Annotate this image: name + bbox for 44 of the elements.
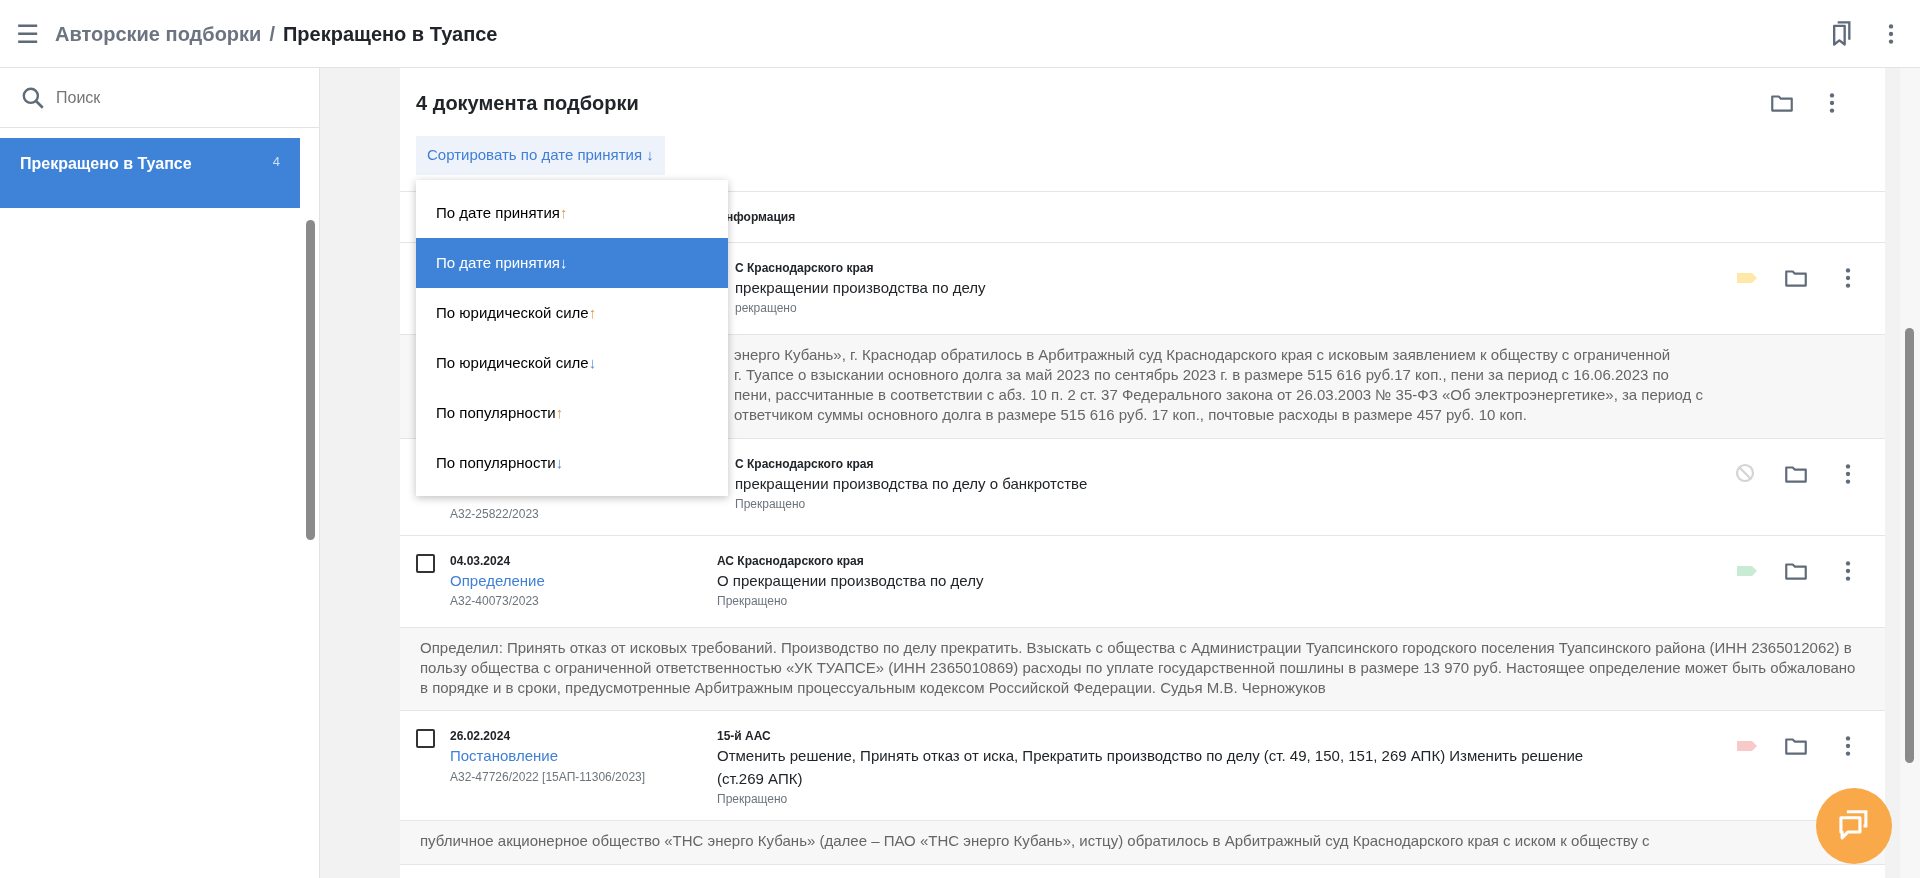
breadcrumb-link[interactable]: Авторские подборки (55, 18, 262, 49)
summary-line: пени, рассчитанные в соответствии с абз. 10 п. 2 ст. 37 Федерального закона от 26.03.2003 № 35-ФЗ «Об электроэнергетике», за период с (734, 385, 1703, 405)
summary-line: энерго Кубань», г. Краснодар обратилось в Арбитражный суд Краснодарского края с исковым заявлением к обществу с ограниченной (734, 344, 1671, 365)
document-status: Прекращено (717, 593, 789, 610)
item-count: 4 (272, 153, 280, 171)
page-title: Прекращено в Туапсе (282, 21, 498, 47)
document-title: Отменить решение, Принять отказ от иска, Прекратить производство по делу (ст. 49, 150, 151, 269 АПК) Изменить решение (ст.269 АПК) (717, 746, 1585, 789)
document-status: Прекращено (735, 496, 807, 513)
sort-button[interactable]: Сортировать по дате принятия ↓ (416, 136, 665, 175)
document-title: О прекращении производства по делу (717, 570, 985, 591)
menu-item[interactable]: По юридической силе↓ (416, 338, 728, 388)
document-title: прекращении производства по делу (735, 277, 987, 298)
summary-line: ответчиком суммы основного долга в размере 515 616 руб. 17 коп., почтовые расходы в размере 457 руб. 10 коп. (734, 405, 1527, 426)
document-title: прекращении производства по делу о банкротстве (735, 473, 1089, 494)
menu-item[interactable]: По дате принятия↑ (416, 188, 728, 238)
menu-item[interactable]: По популярности↓ (416, 438, 728, 488)
document-status: рекращено (735, 300, 798, 317)
checkbox[interactable] (416, 729, 435, 749)
court-name: 15-й ААС (717, 728, 772, 746)
document-date: 04.03.2024 (450, 552, 512, 570)
court-name: С Краснодарского края (735, 259, 875, 277)
scrollbar[interactable] (1900, 68, 1920, 878)
panel-title: 4 документа подборки (416, 91, 639, 116)
case-number: А32-40073/2023 (450, 593, 540, 610)
court-name: АС Краснодарского края (717, 552, 865, 570)
menu-item[interactable]: По популярности↑ (416, 388, 728, 438)
case-number: А32-47726/2022 [15АП-11306/2023] (450, 768, 647, 786)
menu-item[interactable]: По юридической силе↑ (416, 288, 728, 338)
document-type-link[interactable]: Определение (450, 569, 717, 592)
summary-line: г. Туапсе о взыскании основного долга за май 2023 по сентябрь 2023 г. в размере 515 616 руб.17 коп., пени за период с 16.06.2023 по (734, 364, 1669, 385)
sidebar-item[interactable]: Прекращено в Туапсе 4 (0, 138, 300, 208)
court-name: С Краснодарского края (735, 455, 875, 473)
document-status: Прекращено (717, 791, 789, 809)
document-type-link[interactable]: Постановление (450, 745, 717, 768)
breadcrumb-separator: / (269, 21, 275, 47)
document-summary: публичное акционерное общество «ТНС энерго Кубань» (далее – ПАО «ТНС энерго Кубань», истцу) обратилось в Арбитражный суд Краснодарского края с иском к обществу с (420, 831, 1651, 852)
collection-name: Прекращено в Туапсе (20, 154, 192, 174)
column-header: нформация (726, 208, 796, 226)
menu-item[interactable]: По дате принятия↓ (416, 238, 728, 288)
case-number: А32-25822/2023 (450, 505, 540, 523)
checkbox[interactable] (416, 553, 435, 573)
menu-icon[interactable]: ☰ (16, 20, 39, 47)
document-date: 26.02.2024 (450, 728, 512, 746)
document-summary: Определил: Принять отказ от исковых требований. Производство по делу прекратить. Взыскать с общества с Администрации Туапсинского городского поселения Туапсинского района (ИНН 2365012062) в пользу общества с ограниченной ответственностью «УК ТУАПСЕ» (ИНН 2365010869) расходы по уплате государственной пошлины в размере 13 970 руб. Настоящее определение может быть обжаловано в порядке и в сроки, предусмотренные Арбитражным процессуальным кодексом Российской Федерации. Судья М.В. Черножуков (420, 637, 1857, 698)
